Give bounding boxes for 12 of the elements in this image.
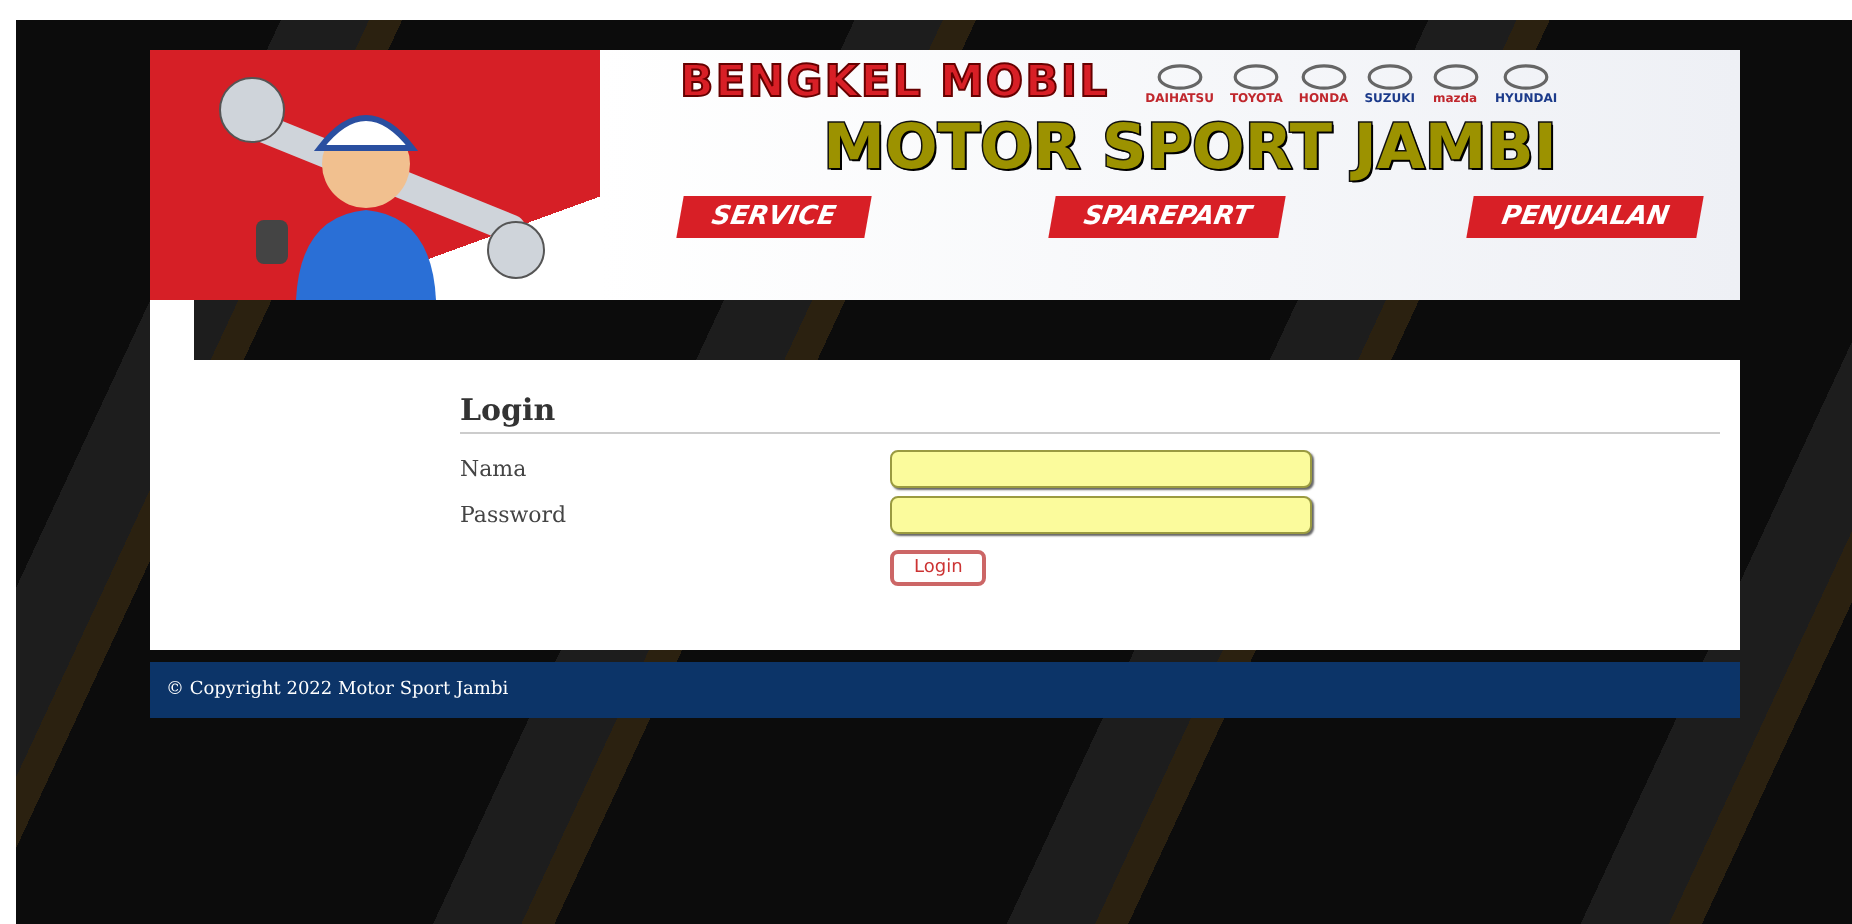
login-heading: Login bbox=[460, 392, 1720, 434]
login-button[interactable]: Login bbox=[890, 549, 987, 585]
menu-link[interactable]: SPAREPART bbox=[1049, 196, 1288, 238]
banner-title: BENGKEL MOBIL bbox=[680, 58, 1110, 108]
copyright-text: © Copyright 2022 Motor Sport Jambi bbox=[166, 680, 509, 700]
menu-link[interactable]: SERVICE bbox=[676, 196, 871, 238]
input-field[interactable] bbox=[890, 450, 1312, 488]
input-field[interactable] bbox=[890, 496, 1312, 534]
field-label: Password bbox=[460, 502, 569, 528]
menu-link[interactable]: PENJUALAN bbox=[1465, 196, 1704, 238]
field-label: Nama bbox=[460, 456, 529, 482]
shop-name: MOTOR SPORT JAMBI bbox=[823, 112, 1557, 184]
